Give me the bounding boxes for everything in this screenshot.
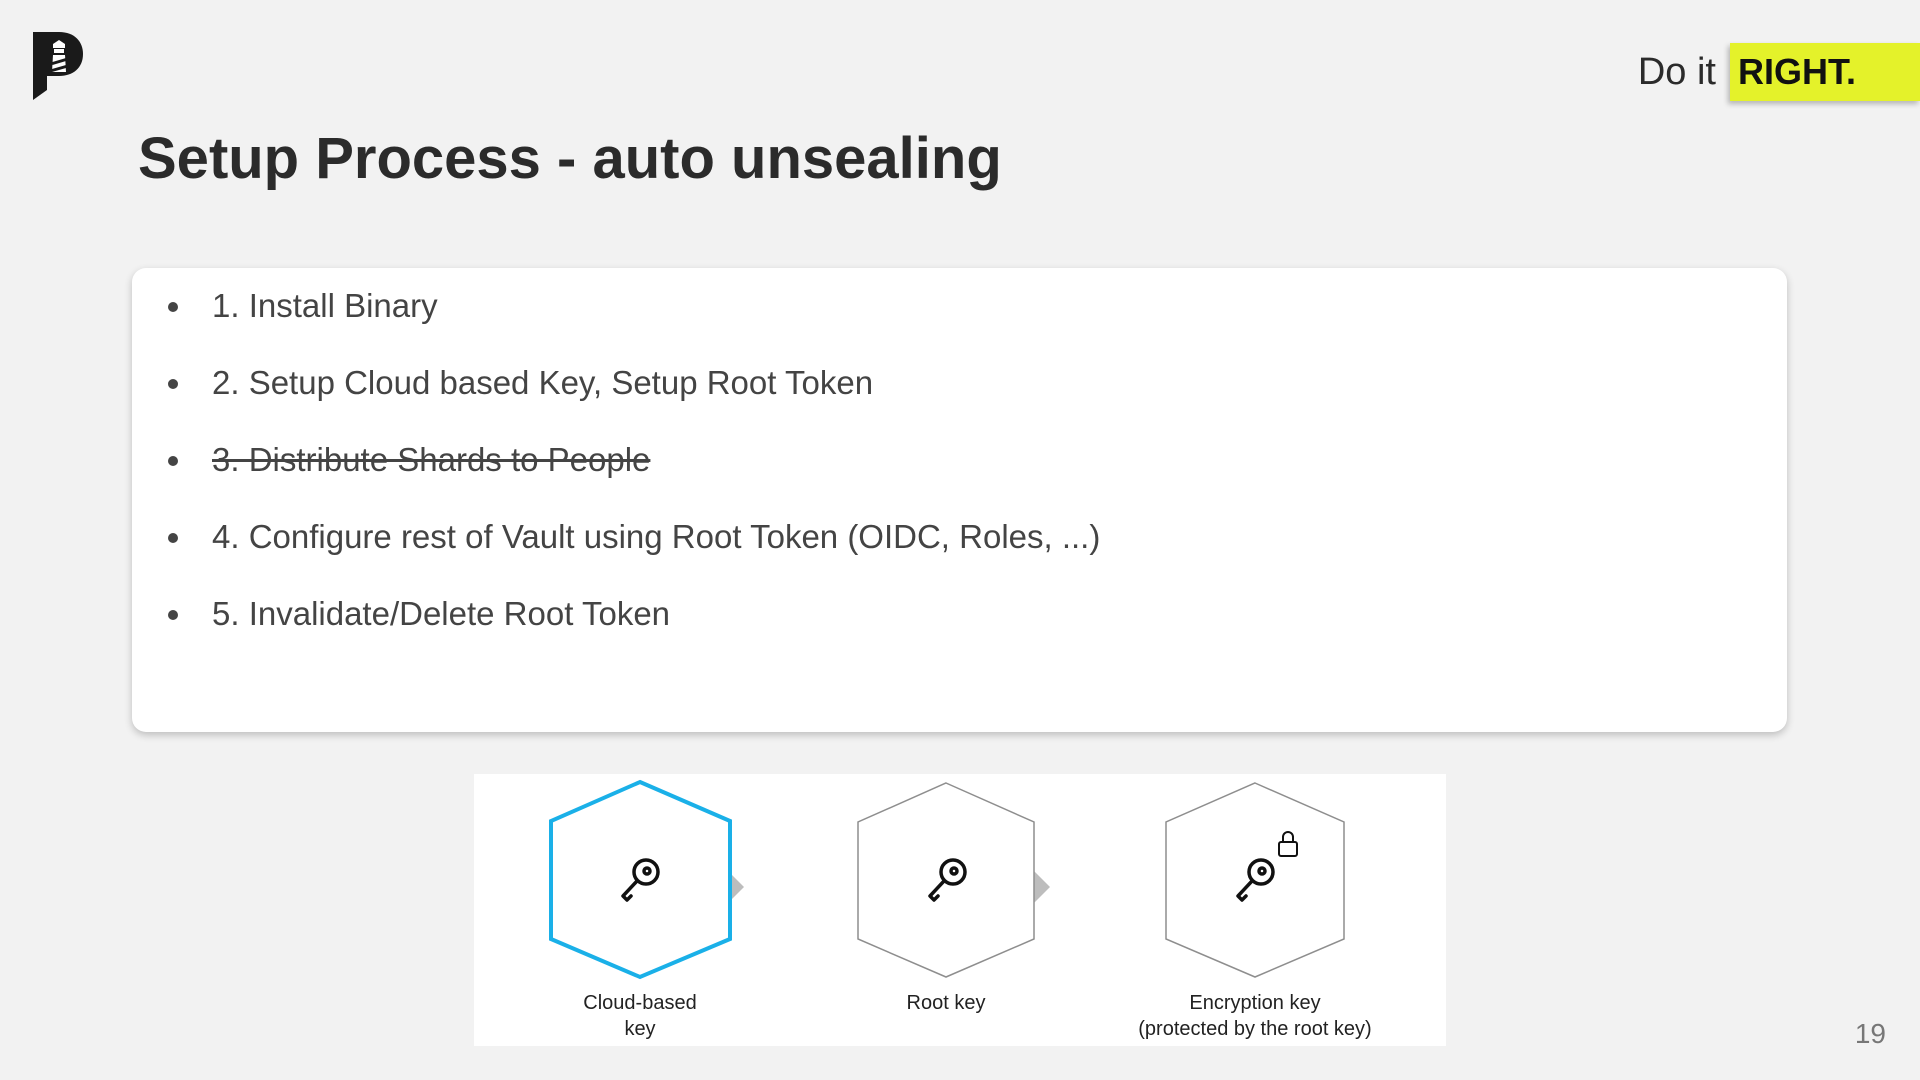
bullet-icon (168, 379, 178, 389)
step-item: 3. Distribute Shards to People (132, 438, 1100, 515)
root-key-label: Root key (906, 992, 986, 1014)
step-item: 4. Configure rest of Vault using Root To… (132, 515, 1100, 592)
steps-list: 1. Install Binary 2. Setup Cloud based K… (132, 284, 1100, 669)
steps-card: 1. Install Binary 2. Setup Cloud based K… (132, 268, 1787, 732)
lighthouse-p-logo (33, 32, 83, 100)
bullet-icon (168, 610, 178, 620)
root-key-node (857, 782, 1035, 978)
cloud-key-label: Cloud-based key (583, 992, 697, 1040)
slide-title: Setup Process - auto unsealing (138, 126, 1002, 191)
tagline-plain: Do it (1637, 50, 1716, 93)
step-item: 1. Install Binary (132, 284, 1100, 361)
step-item: 2. Setup Cloud based Key, Setup Root Tok… (132, 361, 1100, 438)
bullet-icon (168, 302, 178, 312)
tagline: Do it RIGHT. (1638, 42, 1920, 102)
tagline-highlight: RIGHT. (1730, 43, 1920, 101)
page-number: 19 (1854, 1018, 1886, 1049)
cloud-key-node (549, 779, 732, 980)
encryption-key-label: Encryption key (protected by the root ke… (1138, 992, 1372, 1040)
key-hierarchy-diagram: Cloud-based key Root key Encryption key … (474, 774, 1446, 1046)
step-item: 5. Invalidate/Delete Root Token (132, 592, 1100, 669)
bullet-icon (168, 533, 178, 543)
encryption-key-node (1165, 782, 1345, 978)
bullet-icon (168, 456, 178, 466)
